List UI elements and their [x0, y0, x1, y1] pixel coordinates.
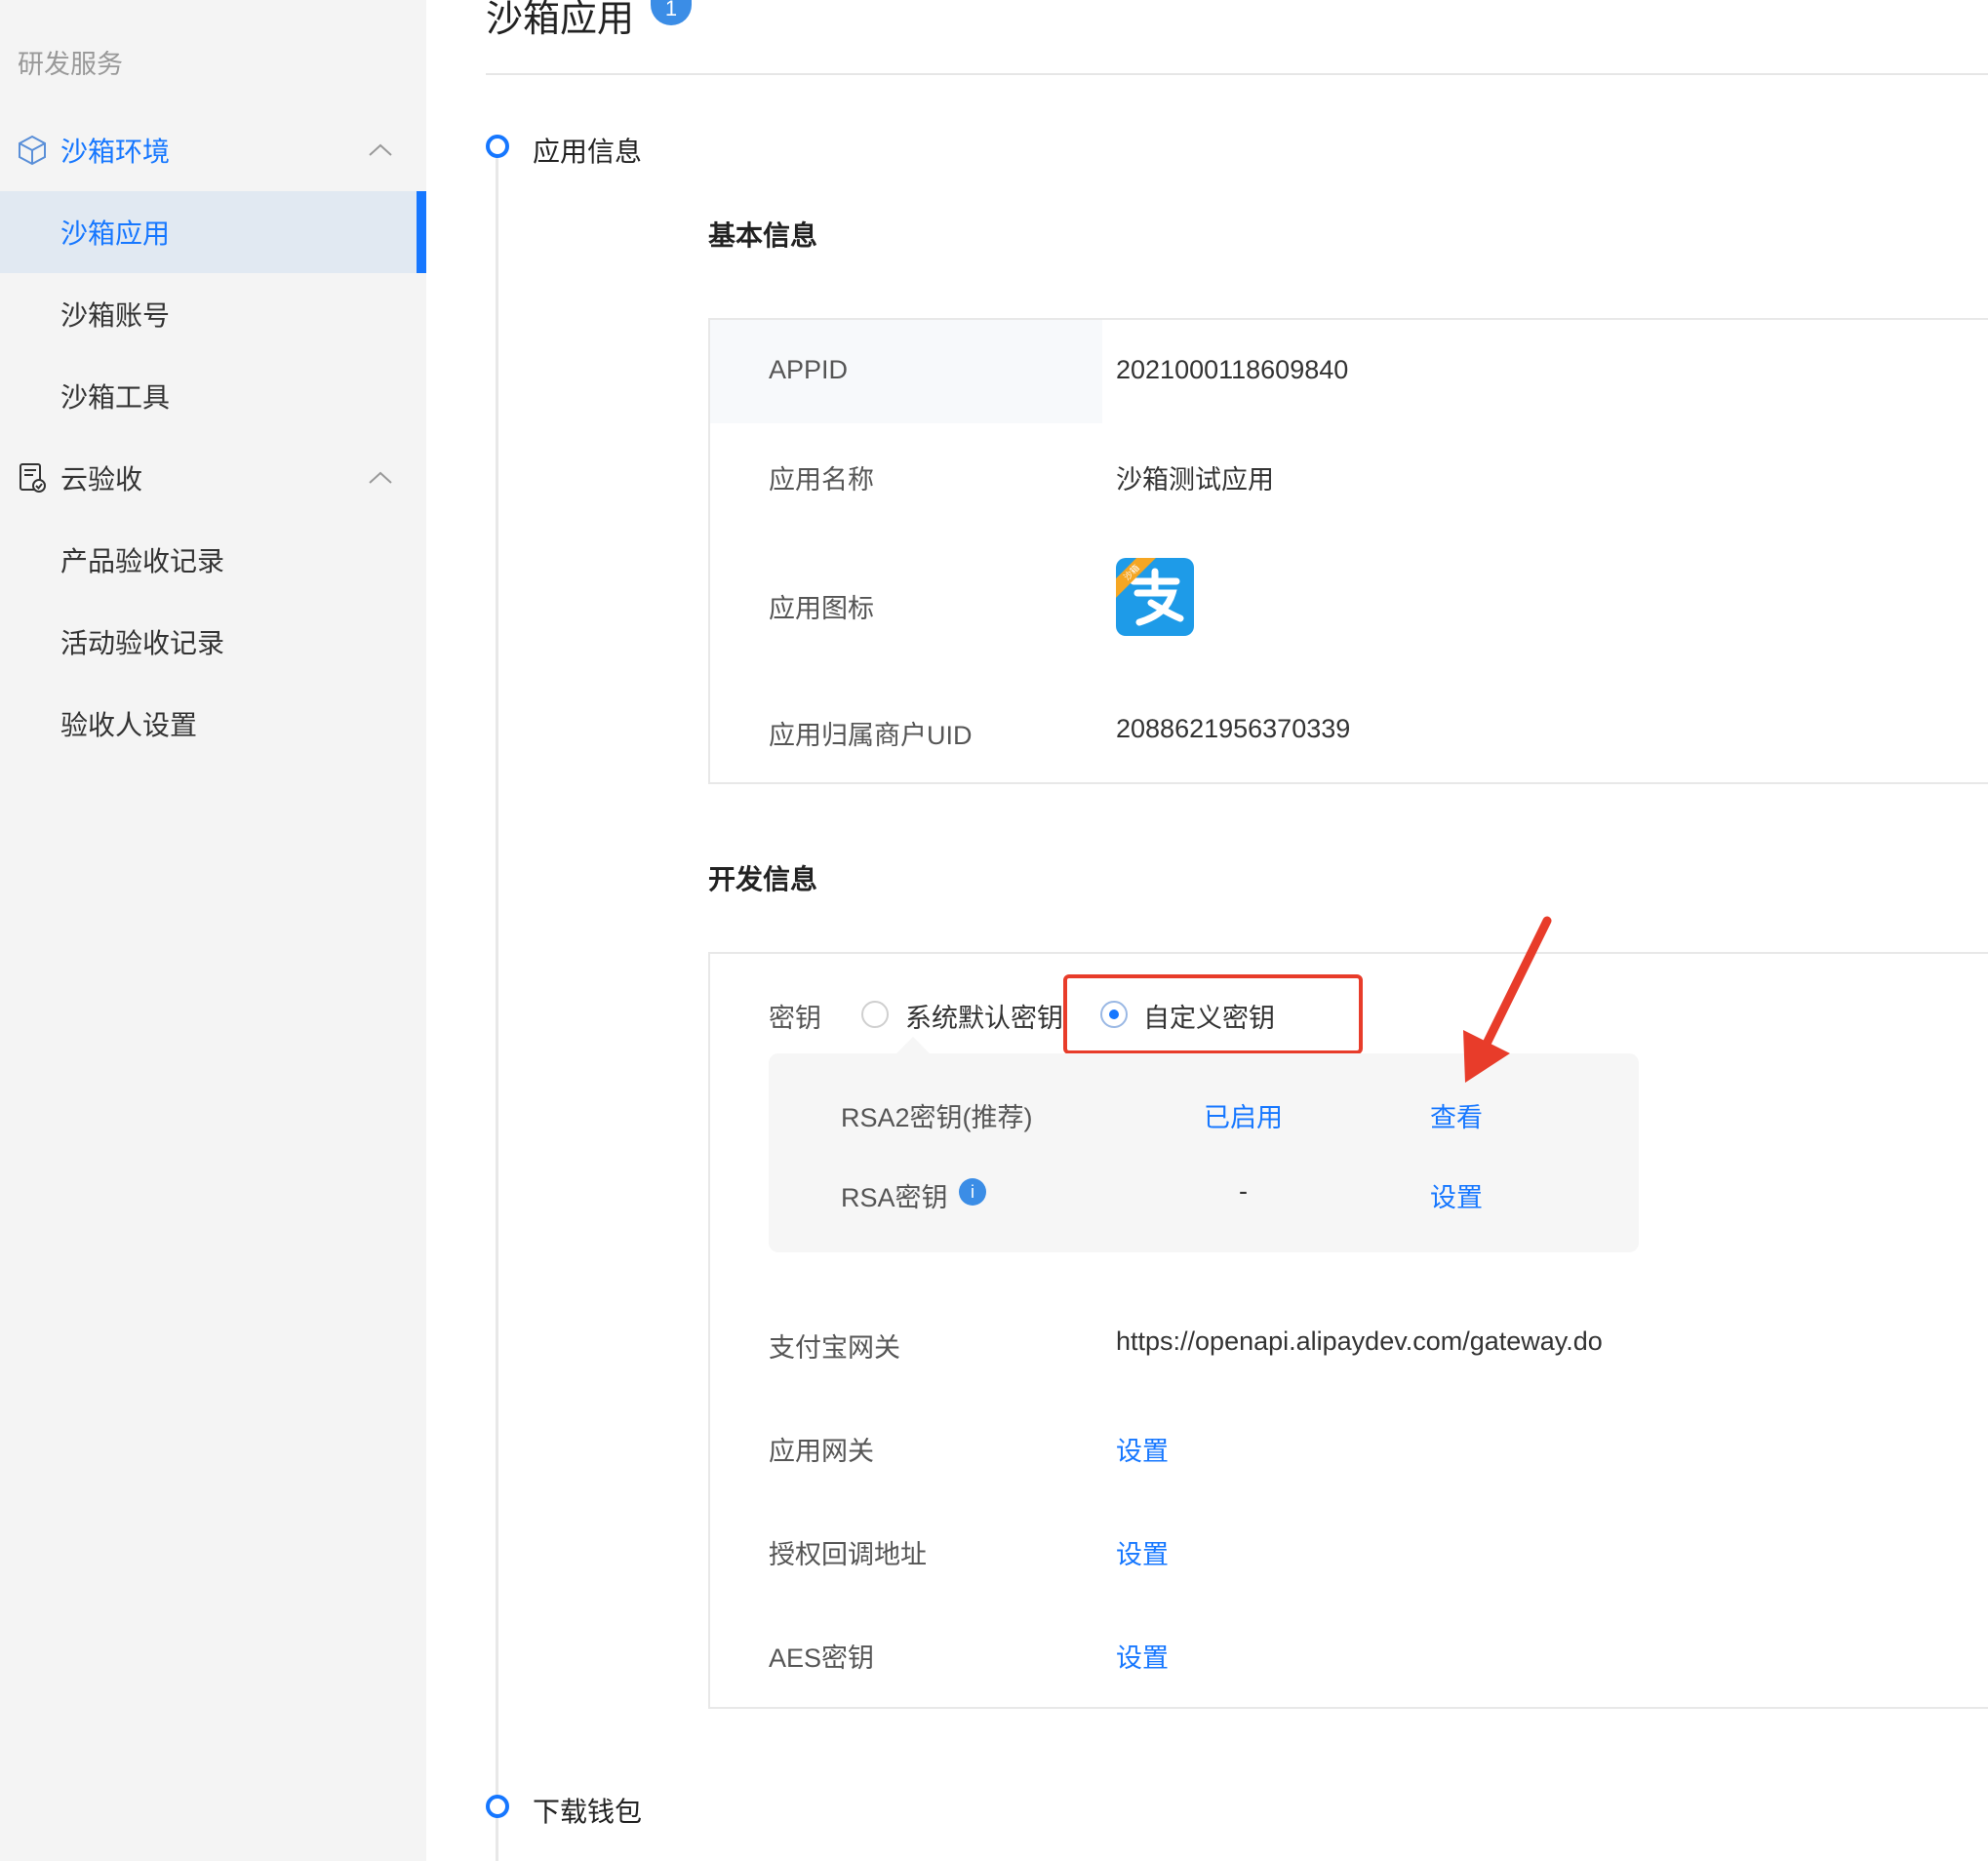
cube-icon	[19, 135, 46, 166]
annotation-highlight-box	[1063, 974, 1363, 1054]
app-gateway-label: 应用网关	[769, 1437, 874, 1466]
page-title: 沙箱应用	[486, 0, 635, 40]
sidebar-item-label: 沙箱账号	[60, 300, 171, 331]
rsa-status: -	[1239, 1176, 1248, 1206]
view-rsa2-key-link[interactable]: 查看	[1430, 1096, 1483, 1134]
aes-key-label: AES密钥	[769, 1643, 875, 1673]
radio-default-key-label[interactable]: 系统默认密钥	[905, 997, 1061, 1035]
sidebar-item-label: 沙箱应用	[60, 218, 171, 249]
dev-info-title: 开发信息	[708, 864, 818, 894]
header-divider	[486, 73, 1988, 75]
app-name-label: 应用名称	[769, 465, 874, 495]
menu-group-sandbox[interactable]: 沙箱环境	[0, 109, 426, 191]
alipay-app-icon: 沙箱	[1116, 558, 1194, 636]
set-auth-callback-link[interactable]: 设置	[1116, 1533, 1169, 1571]
sidebar-item-sandbox-app[interactable]: 沙箱应用	[0, 191, 426, 273]
key-label: 密钥	[769, 1004, 821, 1033]
merchant-uid-label: 应用归属商户UID	[769, 721, 973, 750]
chevron-up-icon[interactable]	[367, 142, 394, 158]
auth-callback-label: 授权回调地址	[769, 1540, 927, 1569]
document-check-icon	[20, 463, 46, 493]
timeline-line	[496, 158, 498, 1861]
appid-label: APPID	[769, 355, 849, 384]
timeline-step-download-wallet[interactable]: 下载钱包	[533, 1791, 642, 1830]
timeline-dot	[486, 1795, 509, 1818]
rsa-key-label: RSA密钥	[841, 1183, 948, 1212]
set-aes-key-link[interactable]: 设置	[1116, 1637, 1169, 1675]
sidebar-item-product-acceptance[interactable]: 产品验收记录	[0, 519, 426, 601]
sidebar-item-label: 验收人设置	[60, 710, 198, 740]
alipay-gateway-label: 支付宝网关	[769, 1333, 900, 1363]
annotation-arrow-icon	[1463, 916, 1552, 1083]
set-app-gateway-link[interactable]: 设置	[1116, 1430, 1169, 1468]
sidebar-section-title: 研发服务	[18, 50, 123, 79]
app-icon-label: 应用图标	[769, 594, 874, 623]
alipay-gateway-value: https://openapi.alipaydev.com/gateway.do	[1116, 1326, 1603, 1356]
appid-value: 2021000118609840	[1116, 355, 1349, 384]
sidebar-item-acceptor-settings[interactable]: 验收人设置	[0, 683, 426, 765]
rsa2-key-label: RSA2密钥(推荐)	[841, 1103, 1033, 1132]
info-icon[interactable]: i	[959, 1178, 986, 1206]
merchant-uid-value: 2088621956370339	[1116, 714, 1351, 743]
menu-group-label: 云验收	[60, 464, 143, 495]
timeline-step-app-info: 应用信息	[533, 137, 643, 167]
rsa2-status: 已启用	[1204, 1103, 1283, 1132]
menu-group-label: 沙箱环境	[60, 137, 171, 167]
sidebar-item-label: 活动验收记录	[60, 628, 225, 658]
chevron-up-icon[interactable]	[367, 470, 394, 486]
menu-group-cloud-acceptance[interactable]: 云验收	[0, 437, 426, 519]
set-rsa-key-link[interactable]: 设置	[1430, 1176, 1483, 1214]
timeline-dot	[486, 135, 509, 158]
sidebar: 研发服务 沙箱环境 沙箱应用 沙箱账号 沙箱工具 云验收 产品验收记录 活动验收…	[0, 0, 426, 1861]
sidebar-item-label: 产品验收记录	[60, 546, 225, 576]
active-indicator	[417, 191, 426, 273]
info-badge[interactable]: 1	[651, 0, 692, 25]
radio-default-key[interactable]	[861, 1001, 889, 1028]
basic-info-title: 基本信息	[708, 220, 818, 251]
sidebar-item-sandbox-account[interactable]: 沙箱账号	[0, 273, 426, 355]
sidebar-item-label: 沙箱工具	[60, 382, 171, 413]
sidebar-item-sandbox-tools[interactable]: 沙箱工具	[0, 355, 426, 437]
sidebar-item-activity-acceptance[interactable]: 活动验收记录	[0, 601, 426, 683]
app-name-value: 沙箱测试应用	[1116, 465, 1274, 495]
